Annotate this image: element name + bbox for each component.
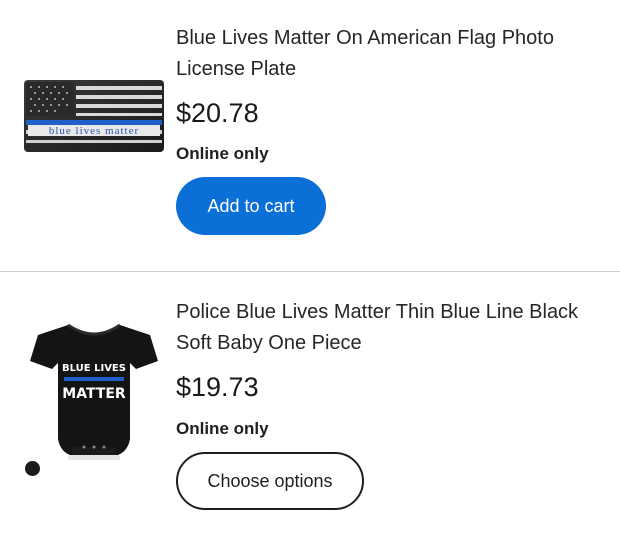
onesie-text-line2: MATTER <box>62 386 126 402</box>
product-title[interactable]: Blue Lives Matter On American Flag Photo… <box>176 23 606 85</box>
license-plate-image[interactable]: blue lives matter <box>24 80 164 152</box>
divider <box>0 271 620 272</box>
product-title[interactable]: Police Blue Lives Matter Thin Blue Line … <box>176 297 606 359</box>
availability-label: Online only <box>176 419 269 438</box>
product-card: blue lives matter Blue Lives Matter On A… <box>0 0 620 272</box>
plate-caption: blue lives matter <box>49 125 139 137</box>
onesie-text-line1: BLUE LIVES <box>62 363 126 374</box>
color-swatch[interactable] <box>25 461 40 476</box>
product-price: $19.73 <box>176 372 259 402</box>
availability-label: Online only <box>176 144 269 163</box>
baby-onesie-image[interactable]: BLUE LIVES MATTER <box>28 321 160 461</box>
choose-options-button[interactable]: Choose options <box>176 452 364 510</box>
add-to-cart-button[interactable]: Add to cart <box>176 177 326 235</box>
product-price: $20.78 <box>176 98 259 128</box>
product-card: BLUE LIVES MATTER Police Blue Lives Matt… <box>0 273 620 540</box>
